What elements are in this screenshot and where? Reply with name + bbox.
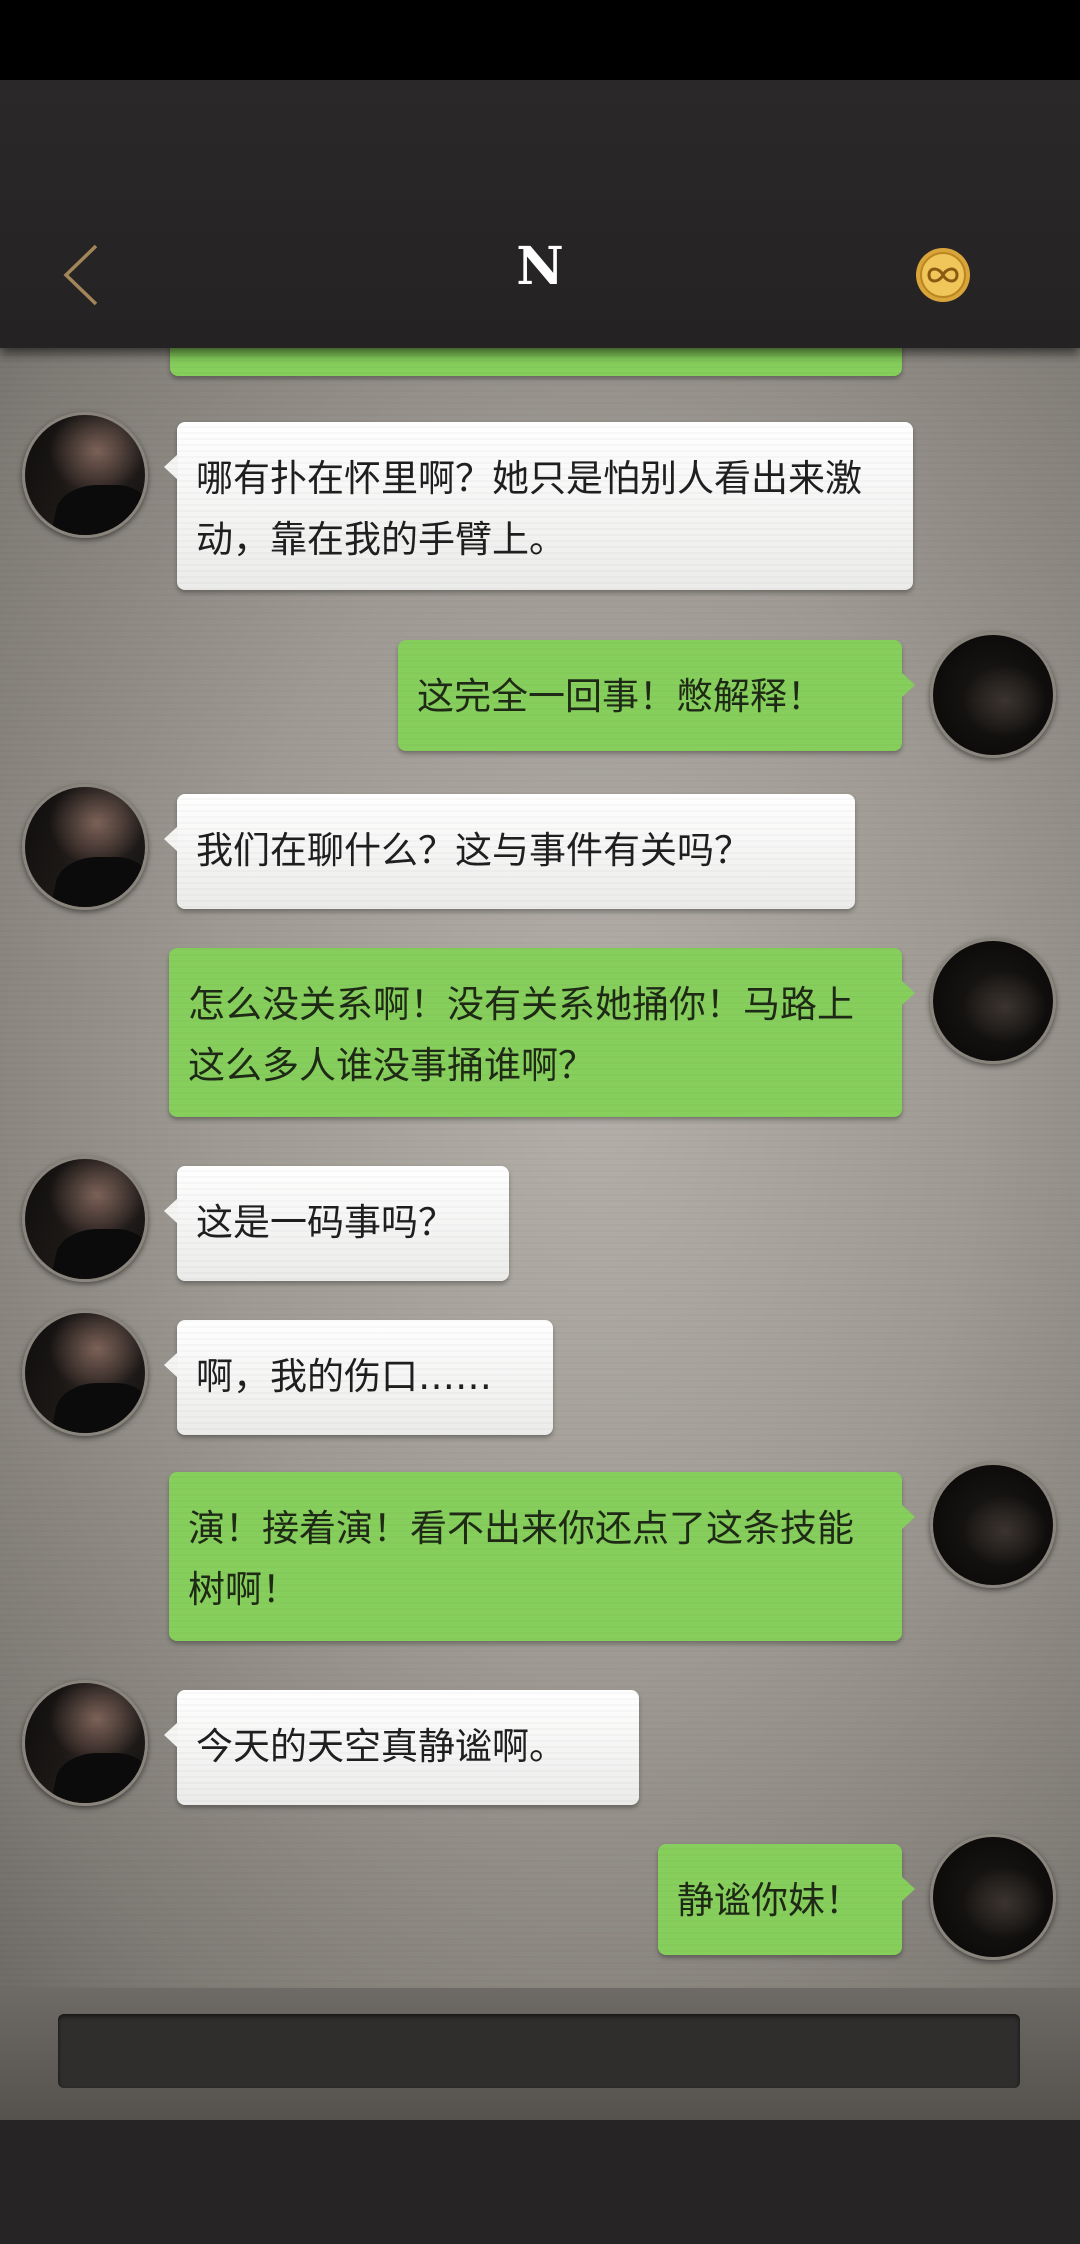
message-bubble-outgoing: 静谧你妹！ (658, 1844, 915, 1955)
message-text: 我们在聊什么？这与事件有关吗？ (196, 829, 751, 872)
user-avatar[interactable] (930, 1834, 1056, 1960)
contact-avatar[interactable] (22, 1310, 148, 1436)
message-text: 这是一码事吗？ (196, 1201, 455, 1244)
message-bubble-outgoing: 怎么没关系啊！没有关系她捅你！马路上这么多人谁没事捅谁啊？ (169, 948, 915, 1117)
message-text: 啊，我的伤口…… (196, 1355, 492, 1398)
contact-avatar[interactable] (22, 1680, 148, 1806)
user-avatar[interactable] (930, 1462, 1056, 1588)
user-avatar[interactable] (930, 632, 1056, 758)
contact-avatar[interactable] (22, 412, 148, 538)
message-text: 怎么没关系啊！没有关系她捅你！马路上这么多人谁没事捅谁啊？ (188, 983, 854, 1087)
message-bubble-incoming: 今天的天空真静谧啊。 (164, 1690, 639, 1805)
message-bubble-incoming: 这是一码事吗？ (164, 1166, 509, 1281)
message-text: 静谧你妹！ (677, 1879, 862, 1922)
infinity-coin-icon (916, 248, 970, 302)
contact-avatar[interactable] (22, 1156, 148, 1282)
message-text: 今天的天空真静谧啊。 (196, 1725, 566, 1768)
message-text: 哪有扑在怀里啊？她只是怕别人看出来激动，靠在我的手臂上。 (196, 457, 862, 561)
message-bubble-incoming: 哪有扑在怀里啊？她只是怕别人看出来激动，靠在我的手臂上。 (164, 422, 913, 590)
message-text: 演！接着演！看不出来你还点了这条技能树啊！ (188, 1507, 854, 1611)
chat-area[interactable]: 哪有扑在怀里啊？她只是怕别人看出来激动，靠在我的手臂上。 这完全一回事！憋解释！… (0, 348, 1080, 1988)
user-avatar[interactable] (930, 938, 1056, 1064)
message-bubble-outgoing: 这完全一回事！憋解释！ (398, 640, 915, 751)
message-bubble-incoming: 我们在聊什么？这与事件有关吗？ (164, 794, 855, 909)
bottom-panel (0, 2120, 1080, 2244)
chat-header (0, 80, 1080, 348)
message-bubble-incoming: 啊，我的伤口…… (164, 1320, 553, 1435)
message-text: 这完全一回事！憋解释！ (417, 675, 824, 718)
message-input[interactable] (58, 2014, 1020, 2088)
message-bubble-outgoing: 演！接着演！看不出来你还点了这条技能树啊！ (169, 1472, 915, 1641)
status-bar (0, 0, 1080, 80)
infinity-badge-button[interactable] (914, 246, 972, 304)
message-bubble-outgoing (170, 348, 902, 376)
contact-avatar[interactable] (22, 784, 148, 910)
